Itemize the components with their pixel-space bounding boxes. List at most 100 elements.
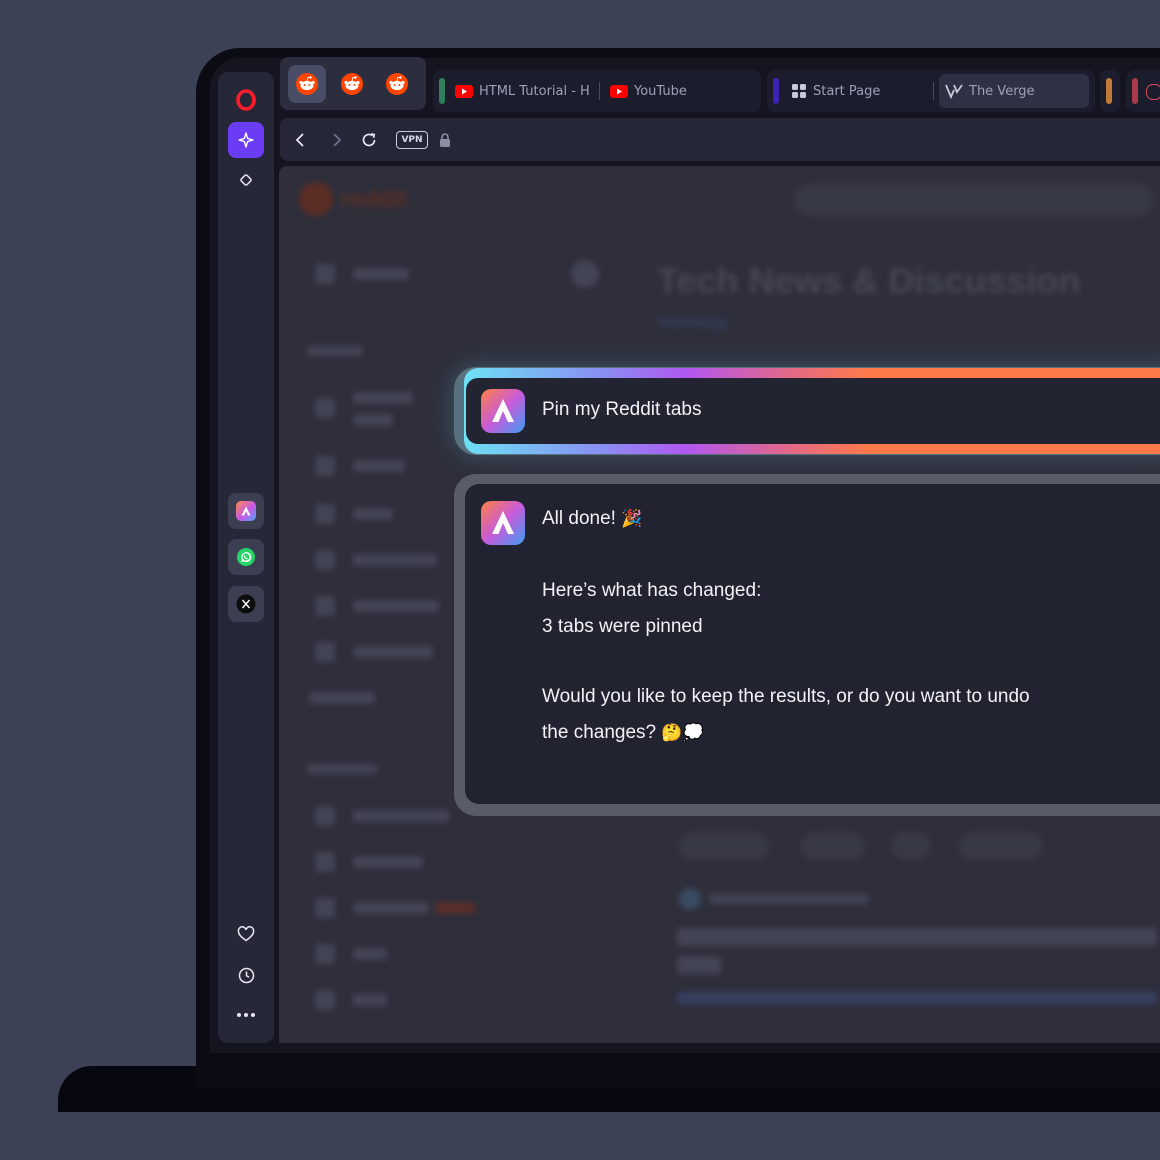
forward-button[interactable] [326, 129, 348, 151]
page-subtitle: Technology [657, 314, 728, 330]
party-popper-icon: 🎉 [621, 509, 643, 529]
sidebar-x-app[interactable] [228, 586, 264, 622]
response-line: Here’s what has changed: [542, 580, 762, 601]
opera-logo-icon[interactable] [228, 82, 264, 118]
tab-divider [599, 82, 600, 100]
response-line: 3 tabs were pinned [542, 616, 703, 637]
list-item [353, 460, 405, 472]
list-item [435, 902, 475, 914]
list-item [679, 888, 701, 910]
tab-youtube[interactable]: YouTube [610, 70, 750, 112]
list-item [315, 456, 335, 476]
list-item [307, 764, 377, 774]
page-title: Tech News & Discussion [657, 260, 1081, 301]
tab-start-page[interactable]: Start Page [791, 70, 931, 112]
response-line: All done! [542, 508, 616, 529]
list-item [891, 832, 931, 860]
list-item [315, 596, 335, 616]
list-item [353, 994, 387, 1006]
sparkle-icon [238, 132, 254, 148]
list-item [677, 992, 1157, 1004]
list-item [801, 832, 865, 860]
aria-sparkle-button[interactable] [228, 122, 264, 158]
list-item [709, 894, 869, 904]
search-bar[interactable] [794, 184, 1154, 216]
vpn-badge[interactable]: VPN [396, 131, 428, 149]
chevron-right-icon [333, 133, 342, 147]
list-item [315, 504, 335, 524]
list-item [353, 414, 393, 426]
chevron-left-icon [295, 133, 304, 147]
tab-island-1: HTML Tutorial - H YouTube [433, 70, 761, 112]
list-item [307, 346, 363, 356]
address-bar: VPN [280, 118, 1160, 161]
tab-group-color-bar [1132, 78, 1138, 104]
list-item [315, 264, 335, 284]
list-item [679, 832, 769, 860]
youtube-icon [610, 84, 628, 98]
list-item [315, 990, 335, 1010]
back-button[interactable] [289, 129, 311, 151]
x-icon [236, 594, 256, 614]
list-item [353, 948, 387, 960]
list-item [315, 852, 335, 872]
list-item [959, 832, 1043, 860]
list-item [353, 856, 423, 868]
pinned-tab-reddit[interactable] [288, 65, 326, 103]
list-item [353, 902, 429, 914]
list-item [315, 898, 335, 918]
whatsapp-icon [237, 548, 255, 566]
list-item [353, 600, 439, 612]
list-item [315, 642, 335, 662]
site-name: reddit [341, 186, 408, 213]
response-heading: All done! 🎉 [542, 508, 642, 530]
list-item [353, 268, 409, 280]
youtube-icon [455, 84, 473, 98]
response-line: the changes? [542, 722, 657, 743]
lock-icon[interactable] [434, 129, 456, 151]
reload-button[interactable] [358, 129, 380, 151]
list-item [315, 944, 335, 964]
reddit-icon [386, 73, 408, 95]
reddit-logo-icon [299, 182, 333, 216]
tab-group-color-bar [1106, 78, 1112, 104]
tab-island-4 [1126, 70, 1160, 112]
list-item [677, 956, 721, 974]
list-item [309, 692, 375, 704]
sidebar-whatsapp-app[interactable] [228, 539, 264, 575]
list-item [353, 392, 413, 404]
tab-the-verge[interactable]: The Verge [945, 70, 1085, 112]
airbnb-icon[interactable] [1146, 84, 1160, 100]
tab-group-color-bar [773, 78, 779, 104]
tab-divider [933, 82, 934, 100]
grid-icon [792, 84, 806, 98]
sidebar [218, 72, 274, 1043]
pinned-tab-group [280, 57, 426, 110]
list-item [353, 810, 449, 822]
thinking-icon: 🤔💭 [661, 723, 704, 743]
diamond-icon[interactable] [228, 162, 264, 198]
list-item [353, 554, 437, 566]
tab-group-color-bar [439, 78, 445, 104]
list-item [353, 646, 433, 658]
aria-logo-icon [481, 501, 525, 545]
history-clock-icon[interactable] [228, 957, 264, 993]
verge-icon [945, 84, 963, 99]
list-item [315, 398, 335, 418]
tab-html-tutorial[interactable]: HTML Tutorial - H [455, 70, 595, 112]
aria-icon [236, 501, 256, 521]
aria-response-panel [465, 484, 1160, 804]
pinned-tab-reddit[interactable] [378, 65, 416, 103]
reload-icon [362, 133, 376, 147]
more-dots-icon[interactable] [228, 997, 264, 1033]
list-item [315, 806, 335, 826]
pinned-tab-reddit[interactable] [333, 65, 371, 103]
aria-logo-icon [481, 389, 525, 433]
heart-icon[interactable] [228, 916, 264, 952]
list-item [353, 508, 393, 520]
reddit-icon [341, 73, 363, 95]
sidebar-aria-app[interactable] [228, 493, 264, 529]
tab-island-2: Start Page The Verge [767, 70, 1095, 112]
list-item [571, 260, 599, 288]
list-item [315, 550, 335, 570]
